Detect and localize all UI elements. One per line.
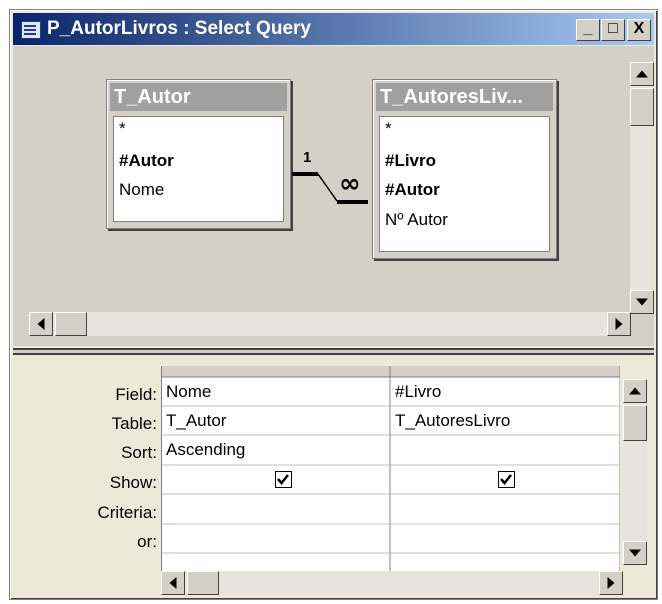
checkmark-icon	[277, 474, 289, 485]
relationship-one-label: 1	[303, 149, 312, 166]
relationship-many-label: ∞	[339, 169, 361, 199]
scroll-right-button[interactable]	[599, 571, 623, 595]
show-checkbox[interactable]	[498, 471, 515, 488]
table-title[interactable]: T_Autor	[110, 83, 287, 111]
arrow-right-icon	[607, 577, 615, 589]
field-item[interactable]: #Autor	[385, 180, 440, 200]
grid-vertical-scrollbar[interactable]	[623, 379, 647, 565]
arrow-up-icon	[636, 70, 648, 78]
table-box-t-autor[interactable]: T_Autor * #Autor Nome	[106, 79, 291, 229]
arrow-down-icon	[636, 298, 648, 306]
maximize-button[interactable]: □	[601, 19, 625, 41]
scroll-right-button[interactable]	[607, 312, 631, 336]
field-item[interactable]: *	[119, 119, 126, 139]
scroll-up-button[interactable]	[623, 379, 647, 403]
row-label-field: Field:	[115, 385, 157, 404]
field-item[interactable]: #Autor	[119, 151, 174, 171]
checkmark-icon	[500, 474, 512, 485]
grid-cell-sort[interactable]: Ascending	[162, 440, 390, 460]
scroll-up-button[interactable]	[630, 62, 654, 86]
table-design-pane: T_Autor * #Autor Nome 1 ∞ T_AutoresLiv..…	[13, 46, 654, 346]
grid-horizontal-scrollbar[interactable]	[161, 571, 623, 595]
field-item[interactable]: *	[385, 119, 392, 139]
scroll-thumb[interactable]	[623, 405, 647, 441]
grid-cell-table[interactable]: T_AutoresLivro	[391, 411, 619, 431]
upper-horizontal-scrollbar[interactable]	[29, 312, 631, 336]
arrow-left-icon	[37, 318, 45, 330]
row-label-table: Table:	[111, 414, 157, 433]
table-box-t-autoreslivro[interactable]: T_AutoresLiv... * #Livro #Autor Nº Autor	[372, 79, 557, 259]
show-checkbox[interactable]	[275, 471, 292, 488]
scroll-left-button[interactable]	[29, 312, 53, 336]
scroll-down-button[interactable]	[630, 290, 654, 314]
scroll-down-button[interactable]	[623, 541, 647, 565]
upper-vertical-scrollbar[interactable]	[630, 62, 654, 314]
field-item[interactable]: #Livro	[385, 151, 436, 171]
scroll-left-button[interactable]	[161, 571, 185, 595]
query-window: P_AutorLivros : Select Query _ □ X T_Aut…	[9, 9, 658, 600]
query-design-grid[interactable]: Nome T_Autor Ascending #Livro T_AutoresL…	[161, 366, 620, 574]
relationship-line[interactable]	[283, 146, 383, 206]
title-bar[interactable]: P_AutorLivros : Select Query _ □ X	[13, 13, 654, 45]
field-list[interactable]: * #Autor Nome	[113, 116, 284, 222]
scroll-thumb[interactable]	[55, 312, 87, 336]
grid-cell-table[interactable]: T_Autor	[162, 411, 390, 431]
table-title[interactable]: T_AutoresLiv...	[376, 83, 553, 111]
arrow-up-icon	[629, 387, 641, 395]
field-item[interactable]: Nome	[119, 180, 164, 200]
field-item[interactable]: Nº Autor	[385, 210, 448, 230]
grid-cell-field[interactable]: #Livro	[391, 382, 619, 402]
field-list[interactable]: * #Livro #Autor Nº Autor	[379, 116, 550, 252]
close-button[interactable]: X	[627, 19, 651, 41]
arrow-right-icon	[615, 318, 623, 330]
pane-splitter[interactable]	[13, 348, 654, 355]
arrow-down-icon	[629, 549, 641, 557]
query-icon	[21, 21, 41, 39]
row-label-criteria: Criteria:	[97, 503, 157, 522]
scroll-thumb[interactable]	[630, 88, 654, 126]
arrow-left-icon	[169, 577, 177, 589]
row-label-show: Show:	[109, 473, 157, 492]
window-title: P_AutorLivros : Select Query	[47, 18, 311, 39]
query-grid-pane: Field: Table: Sort: Show: Criteria: or: …	[13, 357, 654, 596]
row-label-or: or:	[137, 532, 157, 551]
row-label-sort: Sort:	[121, 443, 157, 462]
grid-cell-field[interactable]: Nome	[162, 382, 390, 402]
minimize-button[interactable]: _	[576, 19, 600, 41]
scroll-thumb[interactable]	[187, 571, 219, 595]
